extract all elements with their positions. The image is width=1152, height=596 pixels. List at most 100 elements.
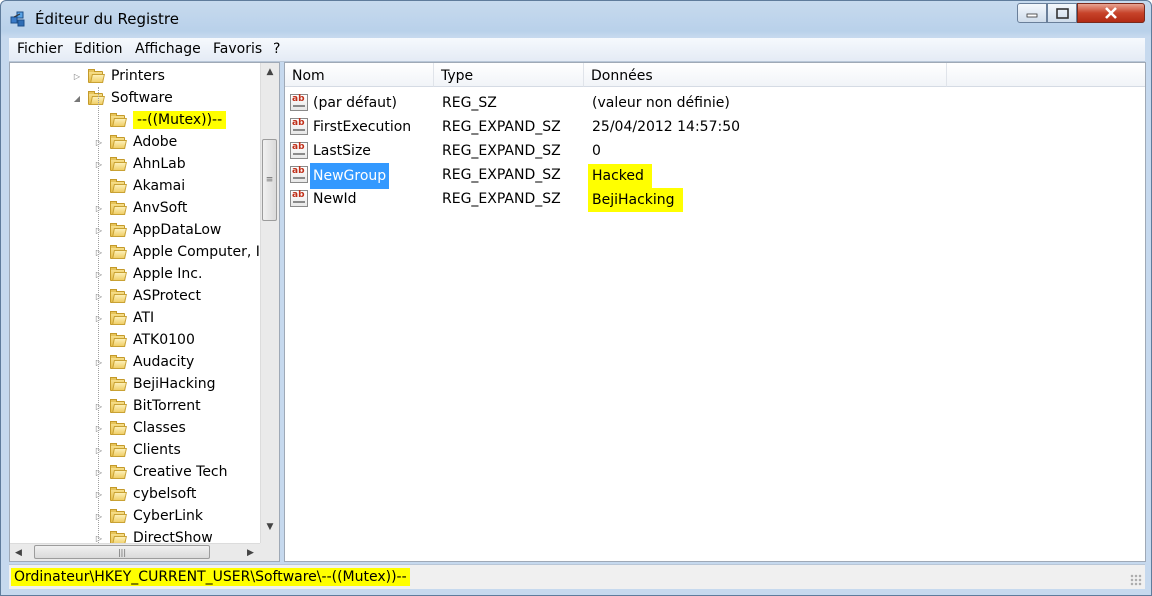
tree-item[interactable]: --((Mutex))-- (94, 109, 227, 131)
tree-item[interactable]: ▷ DirectShow (94, 527, 213, 543)
scroll-thumb[interactable]: ≡ (262, 139, 277, 221)
tree-connector (94, 379, 104, 389)
menu-help[interactable]: ? (273, 41, 280, 57)
tree-item[interactable]: ▷ AppDataLow (94, 219, 221, 241)
tree-horizontal-scrollbar[interactable]: ◀ ||| ▶ (10, 543, 260, 561)
expand-arrow-icon[interactable]: ◢ (72, 93, 82, 103)
tree-item-label: BejiHacking (133, 376, 216, 392)
expand-arrow-icon[interactable]: ▷ (94, 313, 104, 323)
tree-item[interactable]: ◢ Software (72, 87, 173, 109)
expand-arrow-icon[interactable]: ▷ (94, 423, 104, 433)
expand-arrow-icon[interactable]: ▷ (94, 291, 104, 301)
tree-item[interactable]: ▷ Classes (94, 417, 186, 439)
values-list-pane[interactable]: Nom Type Données ab (par défaut) REG_SZ (va… (284, 62, 1146, 562)
tree-item-label: Akamai (133, 178, 186, 194)
folder-icon (110, 377, 127, 391)
tree-item[interactable]: ▷ cybelsoft (94, 483, 196, 505)
tree-item[interactable]: BejiHacking (94, 373, 216, 395)
window-title: Éditeur du Registre (35, 10, 179, 28)
tree-item-label: Apple Inc. (133, 266, 203, 282)
menu-edition[interactable]: Edition (74, 41, 122, 57)
column-header-name[interactable]: Nom (285, 63, 434, 87)
tree-item-label: ATI (133, 310, 155, 326)
menu-favoris[interactable]: Favoris (213, 41, 262, 57)
tree-item-label: ASProtect (133, 288, 201, 304)
scrollbar-corner (260, 543, 279, 561)
tree-item[interactable]: ▷ Printers (72, 65, 165, 87)
value-name: NewGroup (310, 163, 390, 189)
folder-icon (110, 223, 127, 237)
expand-arrow-icon[interactable]: ▷ (94, 159, 104, 169)
tree-item-label: --((Mutex))-- (133, 111, 227, 129)
value-data: 25/04/2012 14:57:50 (592, 119, 741, 135)
key-tree: ▷ Printers ◢ Software --((Mutex))-- ▷ Adobe ▷ Ah… (10, 63, 260, 543)
string-value-icon: ab (290, 166, 308, 183)
tree-item[interactable]: ATK0100 (94, 329, 195, 351)
value-name: NewId (313, 191, 357, 207)
value-row[interactable]: ab NewId REG_EXPAND_SZ BejiHacking (285, 187, 1145, 212)
expand-arrow-icon[interactable]: ▷ (94, 489, 104, 499)
tree-item[interactable]: ▷ AhnLab (94, 153, 186, 175)
value-row[interactable]: ab NewGroup REG_EXPAND_SZ Hacked (285, 163, 1145, 189)
expand-arrow-icon[interactable]: ▷ (94, 467, 104, 477)
column-header-type[interactable]: Type (434, 63, 584, 87)
expand-arrow-icon[interactable]: ▷ (94, 269, 104, 279)
expand-arrow-icon[interactable]: ▷ (94, 401, 104, 411)
tree-item-label: cybelsoft (133, 486, 197, 502)
column-header-data[interactable]: Données (584, 63, 947, 87)
expand-arrow-icon[interactable]: ▷ (94, 533, 104, 543)
resize-grip-icon[interactable] (1130, 574, 1142, 586)
expand-arrow-icon[interactable]: ▷ (94, 225, 104, 235)
string-value-icon: ab (290, 118, 308, 135)
expand-arrow-icon[interactable]: ▷ (94, 445, 104, 455)
key-tree-pane[interactable]: ▷ Printers ◢ Software --((Mutex))-- ▷ Adobe ▷ Ah… (9, 62, 280, 562)
expand-arrow-icon[interactable]: ▷ (94, 357, 104, 367)
scroll-right-arrow-icon[interactable]: ▶ (242, 544, 259, 561)
value-row[interactable]: ab FirstExecution REG_EXPAND_SZ 25/04/2012 … (285, 115, 1145, 139)
tree-item[interactable]: ▷ Clients (94, 439, 181, 461)
minimize-button[interactable] (1017, 3, 1047, 23)
tree-item[interactable]: ▷ Apple Computer, Ir (94, 241, 260, 263)
menu-bar: Fichier Edition Affichage Favoris ? (9, 38, 1145, 62)
close-button[interactable] (1077, 3, 1145, 23)
tree-vertical-scrollbar[interactable]: ▲ ≡ ▼ (260, 63, 279, 543)
tree-item[interactable]: Akamai (94, 175, 185, 197)
scroll-left-arrow-icon[interactable]: ◀ (10, 544, 27, 561)
tree-item[interactable]: ▷ Audacity (94, 351, 194, 373)
folder-icon (110, 333, 127, 347)
tree-item[interactable]: ▷ Apple Inc. (94, 263, 203, 285)
scroll-down-arrow-icon[interactable]: ▼ (261, 518, 279, 535)
value-data: BejiHacking (588, 188, 683, 212)
maximize-button[interactable] (1047, 3, 1077, 23)
expand-arrow-icon[interactable]: ▷ (94, 247, 104, 257)
expand-arrow-icon[interactable]: ▷ (94, 511, 104, 521)
tree-item-label: CyberLink (133, 508, 203, 524)
folder-icon (110, 531, 127, 543)
folder-icon (88, 69, 105, 83)
expand-arrow-icon[interactable]: ▷ (94, 203, 104, 213)
tree-item[interactable]: ▷ CyberLink (94, 505, 203, 527)
tree-item-label: ATK0100 (133, 332, 195, 348)
value-data: (valeur non définie) (592, 95, 730, 111)
tree-item[interactable]: ▷ ASProtect (94, 285, 201, 307)
tree-item[interactable]: ▷ Creative Tech (94, 461, 228, 483)
value-type: REG_EXPAND_SZ (442, 191, 561, 207)
menu-affichage[interactable]: Affichage (135, 41, 201, 57)
tree-item-label: Clients (133, 442, 181, 458)
scroll-up-arrow-icon[interactable]: ▲ (261, 63, 279, 80)
tree-item-label: Software (111, 90, 173, 106)
expand-arrow-icon[interactable]: ▷ (72, 71, 82, 81)
value-row[interactable]: ab LastSize REG_EXPAND_SZ 0 (285, 139, 1145, 163)
hscroll-thumb[interactable]: ||| (34, 545, 210, 559)
menu-fichier[interactable]: Fichier (17, 41, 63, 57)
tree-item[interactable]: ▷ BitTorrent (94, 395, 201, 417)
expand-arrow-icon[interactable]: ▷ (94, 137, 104, 147)
folder-icon (88, 91, 105, 105)
status-bar: Ordinateur\HKEY_CURRENT_USER\Software\--… (9, 564, 1145, 589)
title-bar[interactable]: Éditeur du Registre (1, 1, 1151, 37)
tree-item[interactable]: ▷ Adobe (94, 131, 177, 153)
tree-item[interactable]: ▷ ATI (94, 307, 154, 329)
tree-item[interactable]: ▷ AnvSoft (94, 197, 187, 219)
value-row[interactable]: ab (par défaut) REG_SZ (valeur non définie) (285, 91, 1145, 115)
tree-connector (94, 335, 104, 345)
